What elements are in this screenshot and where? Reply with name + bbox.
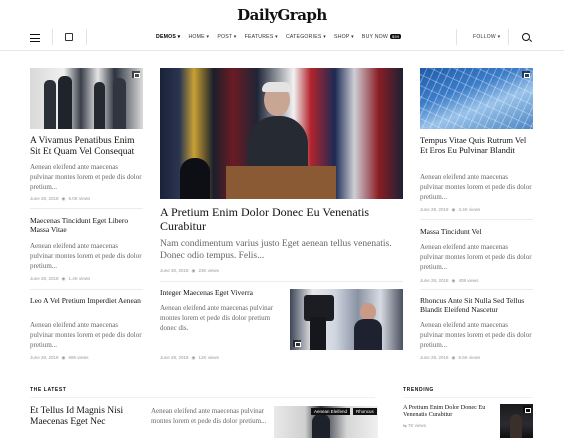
article-title[interactable]: Tempus Vitae Quis Rutrum Vel Et Eros Eu … [420, 135, 535, 156]
nav-item-post[interactable]: POST ▾ [217, 34, 236, 40]
header-divider [86, 29, 87, 45]
article-excerpt: Aenean eleifend ante maecenas pulvinar m… [420, 173, 532, 201]
article-meta: June 28, 2018 ◉ 408 views [420, 278, 479, 283]
main-nav: DEMOS ▾ HOME ▾ POST ▾ FEATURES ▾ CATEGOR… [156, 34, 402, 40]
featured-meta: June 30, 2018 ◉ 23K views [160, 268, 219, 273]
article-excerpt: Aenean eleifend ante maecenas pulvinar m… [30, 242, 142, 270]
nav-item-demos[interactable]: DEMOS ▾ [156, 34, 180, 40]
article-thumbnail[interactable] [420, 68, 533, 129]
nav-item-categories[interactable]: CATEGORIES ▾ [286, 34, 326, 40]
nav-item-shop[interactable]: SHOP ▾ [334, 34, 354, 40]
article-meta: June 28, 2018 ◉ 5.6K views [420, 355, 481, 360]
header-divider [52, 29, 53, 45]
nav-item-buy-now[interactable]: BUY NOW $59 [362, 34, 402, 40]
section-heading-trending: TRENDING [403, 387, 434, 393]
featured-title[interactable]: A Pretium Enim Dolor Donec Eu Venenatis … [160, 205, 405, 234]
header-divider [456, 29, 457, 45]
article-title[interactable]: Et Tellus Id Magnis Nisi Maecenas Eget N… [30, 406, 145, 428]
article-meta: June 28, 2018 ◉ 12K views [160, 355, 219, 360]
follow-button[interactable]: FOLLOW ▾ [473, 34, 500, 40]
article-thumbnail[interactable] [30, 68, 143, 129]
gallery-icon [293, 340, 301, 347]
nav-item-features[interactable]: FEATURES ▾ [245, 34, 278, 40]
calendar-icon[interactable] [65, 33, 73, 41]
site-logo[interactable]: DailyGraph [0, 6, 564, 24]
article-excerpt: Aenean eleifend ante maecenas pulvinar m… [30, 321, 142, 349]
hamburger-menu-icon[interactable] [30, 34, 40, 42]
trending-thumbnail[interactable] [500, 404, 533, 438]
featured-image[interactable] [160, 68, 403, 199]
section-divider [403, 397, 533, 398]
article-title[interactable]: Maecenas Tincidunt Eget Libero Massa Vit… [30, 216, 145, 234]
trending-meta: ⇆ 7K views [403, 423, 427, 428]
search-icon[interactable] [522, 33, 530, 41]
header-border [0, 50, 564, 51]
article-excerpt: Aenean eleifend ante maecenas pulvinar m… [30, 163, 142, 191]
gallery-icon [523, 406, 531, 413]
header-divider [508, 29, 509, 45]
nav-item-home[interactable]: HOME ▾ [188, 34, 209, 40]
divider [30, 289, 143, 290]
divider [420, 219, 533, 220]
article-meta: June 28, 2018 ◉ 1.4K views [30, 276, 91, 281]
video-play-icon [132, 71, 140, 78]
article-meta: June 28, 2018 ◉ 696 views [30, 355, 89, 360]
article-title[interactable]: A Vivamus Penatibus Enim Sit Et Quam Vel… [30, 136, 145, 158]
divider [160, 281, 403, 282]
article-title[interactable]: Rhoncus Ante Sit Nulla Sed Tellus Blandi… [420, 296, 536, 314]
article-title[interactable]: Leo A Vel Pretium Imperdiet Aenean [30, 296, 145, 306]
article-excerpt: Aenean eleifend ante maecenas pulvinar m… [160, 304, 274, 332]
article-meta: June 28, 2018 ◉ 5.0K views [30, 196, 91, 201]
category-tag[interactable]: Rhoncus [353, 408, 377, 415]
article-meta: June 28, 2018 ◉ 3.4K views [420, 207, 481, 212]
trending-title[interactable]: A Pretium Enim Dolor Donec Eu Venenatis … [403, 404, 498, 419]
article-excerpt: Aenean eleifend ante maecenas pulvinar m… [420, 321, 532, 349]
article-title[interactable]: Integer Maecenas Eget Viverra [160, 288, 285, 298]
article-title[interactable]: Massa Tincidunt Vel [420, 227, 535, 237]
section-heading-latest: THE LATEST [30, 387, 67, 393]
price-badge: $59 [390, 34, 402, 40]
article-excerpt: Aenean eleifend ante maecenas pulvinar m… [420, 243, 532, 271]
section-divider [30, 397, 375, 398]
article-thumbnail[interactable] [290, 289, 403, 350]
divider [420, 289, 533, 290]
divider [30, 208, 143, 209]
category-tag[interactable]: Aenean Eleifend [311, 408, 351, 415]
gallery-icon [522, 71, 530, 78]
article-excerpt: Aenean eleifend ante maecenas pulvinar m… [151, 407, 267, 425]
featured-excerpt: Nam condimentum varius justo Eget aenean… [160, 239, 392, 262]
